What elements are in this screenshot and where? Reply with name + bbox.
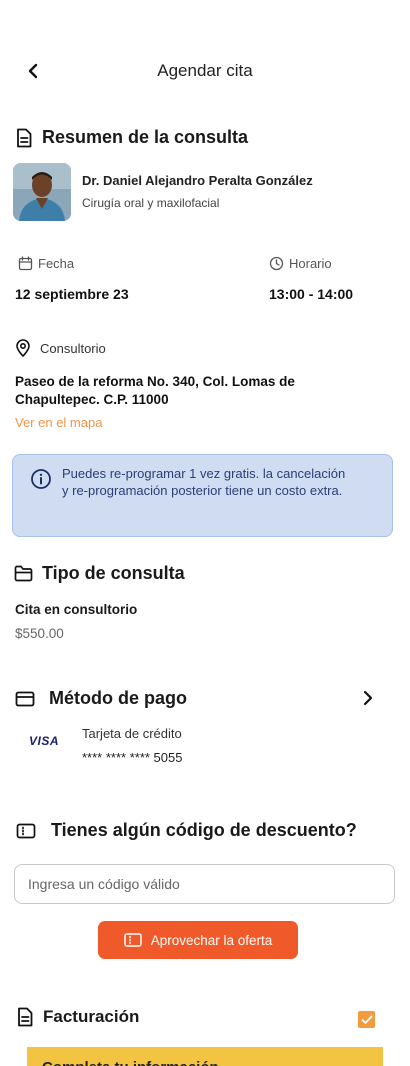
location-pin-icon [16,339,30,357]
visa-logo: VISA [29,734,60,748]
chevron-right-icon [363,690,373,706]
doctor-specialty: Cirugía oral y maxilofacial [82,196,220,210]
view-map-link[interactable]: Ver en el mapa [15,415,102,430]
complete-info-banner[interactable]: Completa tu información [27,1047,383,1066]
consult-price: $550.00 [15,626,64,641]
billing-checkbox[interactable] [358,1011,375,1028]
doctor-avatar [13,163,71,221]
date-value: 12 septiembre 23 [15,286,129,302]
payment-title: Método de pago [49,688,187,708]
doctor-name: Dr. Daniel Alejandro Peralta González [82,173,313,188]
calendar-icon [18,256,33,271]
office-label: Consultorio [15,339,106,357]
office-address: Paseo de la reforma No. 340, Col. Lomas … [15,374,295,407]
checkmark-icon [361,1015,372,1024]
summary-section-header: Resumen de la consulta [15,127,248,148]
apply-offer-button[interactable]: Aprovechar la oferta [98,921,298,959]
document-icon [17,128,32,147]
time-value: 13:00 - 14:00 [269,286,354,302]
discount-code-input[interactable] [14,864,395,904]
reschedule-notice-text: Puedes re-programar 1 vez gratis. la can… [62,466,346,498]
payment-section-header: Método de pago [15,688,187,709]
date-label: Fecha [18,256,74,271]
billing-title: Facturación [43,1007,140,1026]
clock-icon [269,256,284,271]
page-title: Agendar cita [157,61,253,80]
discount-title: Tienes algún código de descuento? [51,820,357,840]
payment-method-chevron[interactable] [358,688,378,708]
discount-section-header: Tienes algún código de descuento? [16,820,357,841]
consult-type-title: Tipo de consulta [42,563,185,583]
coupon-icon [16,823,36,838]
card-type: Tarjeta de crédito [82,726,182,741]
consult-type-section-header: Tipo de consulta [14,563,185,584]
credit-card-icon [15,691,35,706]
billing-section-header: Facturación [16,1007,139,1027]
coupon-icon [123,933,142,947]
summary-title: Resumen de la consulta [42,127,249,147]
apply-offer-label: Aprovechar la oferta [150,932,273,948]
folder-icon [14,565,33,582]
document-icon [18,1007,33,1027]
info-icon [31,469,51,489]
time-label: Horario [269,256,332,271]
card-number: **** **** **** 5055 [82,750,183,765]
consult-type-value: Cita en consultorio [15,602,138,617]
